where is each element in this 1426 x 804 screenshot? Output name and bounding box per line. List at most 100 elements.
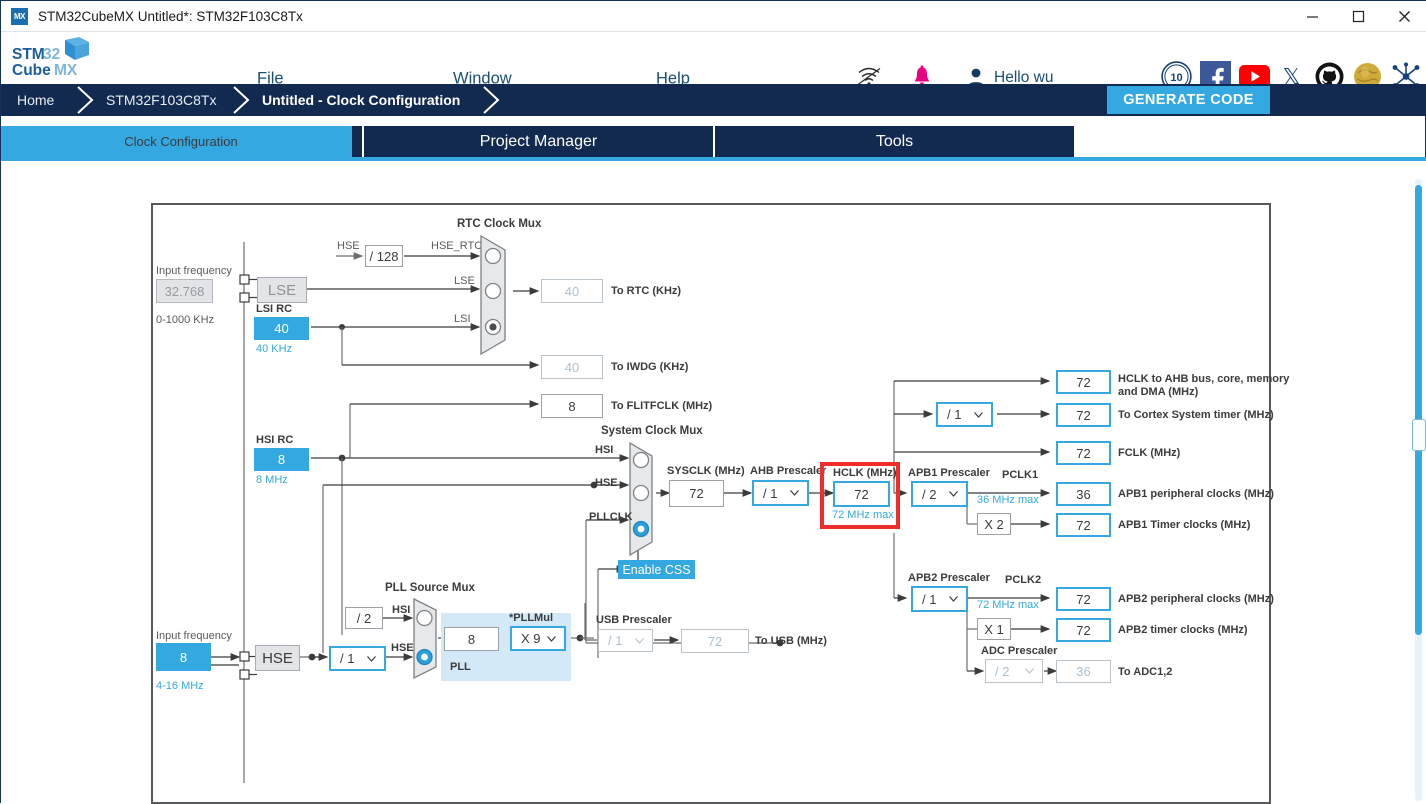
apb2-timer-clock-value: 72 [1056,618,1111,642]
tab-tools[interactable]: Tools [715,126,1074,157]
pll-multiplier-select[interactable]: X 9 [510,626,566,651]
sys-mux-input-hsi-label: HSI [595,444,614,456]
cortex-timer-output-value: 72 [1056,403,1111,427]
pll-mux-input-hsi-label: HSI [392,604,411,616]
cortex-prescaler-select[interactable]: / 1 [936,402,993,427]
usb-output-label: To USB (MHz) [755,635,827,647]
close-button[interactable] [1381,1,1426,32]
hclk-max-label: 72 MHz max [832,509,894,521]
lse-oscillator-box[interactable]: LSE [257,277,307,303]
breadcrumb-item-current: Untitled - Clock Configuration [262,92,461,108]
apb2-peripheral-clock-label: APB2 peripheral clocks (MHz) [1118,593,1274,605]
clock-toolbar: Resolve Clock Issues [1,161,1426,355]
apb2-prescaler-select[interactable]: / 1 [911,586,968,612]
breadcrumb-separator-3 [479,84,505,116]
hse-input-frequency-field[interactable]: 8 [156,643,211,671]
menubar: STM 32 Cube MX File Window Help Hello wu… [1,32,1426,92]
hse-range-label: 4-16 MHz [156,680,204,692]
apb2-prescaler-value: / 1 [922,591,937,607]
hse-oscillator-box[interactable]: HSE [255,645,300,671]
generate-code-button[interactable]: GENERATE CODE [1107,86,1270,114]
apb1-timer-multiplier: X 2 [977,513,1011,535]
hsi-rc-label: HSI RC [256,434,294,446]
chevron-down-icon [949,491,958,497]
pll-mul-label: *PLLMul [509,612,553,624]
fclk-output-value: 72 [1056,441,1111,465]
main-tabs: Pinout & Configuration Clock Configurati… [1,126,1426,157]
tab-clock-configuration[interactable]: Clock Configuration [1,126,352,157]
to-rtc-label: To RTC (KHz) [611,285,682,297]
usb-prescaler-label: USB Prescaler [596,614,672,626]
breadcrumb-separator-1 [73,84,99,116]
to-flitfclk-value: 8 [541,394,603,418]
chevron-down-icon [367,655,376,662]
stm32cubemx-logo: STM 32 Cube MX [11,35,93,81]
apb1-timer-clock-value: 72 [1056,513,1111,537]
apb1-prescaler-select[interactable]: / 2 [911,481,968,507]
chevron-down-icon [949,596,958,602]
breadcrumb-separator-2 [229,84,255,116]
clock-tree-canvas[interactable]: Input frequency 32.768 0-1000 KHz LSE LS… [1,203,1426,804]
adc-prescaler-select[interactable]: / 2 [985,659,1043,683]
lsi-unit-label: 40 KHz [256,343,293,355]
chevron-down-icon [1025,668,1034,674]
apb2-timer-multiplier: X 1 [977,618,1011,640]
apb1-prescaler-label: APB1 Prescaler [908,467,990,479]
window-title: STM32CubeMX Untitled*: STM32F103C8Tx [38,8,303,24]
rtc-clock-mux[interactable] [479,234,515,361]
adc-output-value: 36 [1056,660,1111,683]
enable-css-button[interactable]: Enable CSS [618,560,695,579]
hsi-unit-label: 8 MHz [256,474,288,486]
chevron-down-icon [547,635,556,642]
apb2-max-label: 72 MHz max [977,599,1039,611]
apb1-max-label: 36 MHz max [977,494,1039,506]
cortex-prescaler-value: / 1 [947,407,962,422]
pll-mux-input-hse-label: HSE [391,642,414,654]
hclk-ahb-output-value: 72 [1056,370,1111,394]
adc-output-label: To ADC1,2 [1118,666,1173,678]
chevron-down-icon [635,637,644,644]
apb1-peripheral-clock-value: 36 [1056,482,1111,506]
maximize-button[interactable] [1335,1,1381,32]
usb-output-value: 72 [681,629,749,653]
sys-mux-input-pllclk-label: PLLCLK [589,511,633,523]
rtc-mux-input-lsi-label: LSI [454,313,471,325]
usb-prescaler-value: / 1 [608,633,623,648]
svg-text:32: 32 [43,46,60,63]
chevron-down-icon [790,490,799,496]
lsi-value-field[interactable]: 40 [254,317,309,340]
breadcrumb-item-device[interactable]: STM32F103C8Tx [106,92,216,108]
vertical-scrollbar-handle[interactable] [1412,419,1426,451]
to-flitfclk-label: To FLITFCLK (MHz) [611,400,713,412]
rtc-clock-mux-title: RTC Clock Mux [457,218,542,230]
apb2-prescaler-label: APB2 Prescaler [908,572,990,584]
lse-input-frequency-field[interactable]: 32.768 [156,279,213,303]
pclk1-label: PCLK1 [1002,469,1039,481]
usb-prescaler-select[interactable]: / 1 [598,629,653,652]
apb1-peripheral-clock-label: APB1 peripheral clocks (MHz) [1118,488,1274,500]
tab-project-manager[interactable]: Project Manager [364,126,715,157]
apb2-peripheral-clock-value: 72 [1056,587,1111,611]
hse-divider-value: / 1 [340,651,355,666]
pll-input-value: 8 [444,627,499,651]
hse-divider-select[interactable]: / 1 [329,646,386,671]
hsi-div2-box: / 2 [345,607,383,629]
adc-prescaler-value: / 2 [995,663,1010,679]
lsi-rc-label: LSI RC [256,303,293,315]
system-clock-mux[interactable] [628,441,660,562]
ahb-prescaler-value: / 1 [763,485,778,501]
to-iwdg-label: To IWDG (KHz) [611,361,689,373]
apb2-timer-clock-label: APB2 timer clocks (MHz) [1118,624,1248,636]
to-iwdg-value: 40 [541,355,603,379]
pll-source-mux[interactable] [412,597,444,685]
breadcrumb-item-home[interactable]: Home [17,92,54,108]
hsi-value-field[interactable]: 8 [254,448,309,471]
apb1-timer-clock-label: APB1 Timer clocks (MHz) [1118,519,1251,531]
minimize-button[interactable] [1289,1,1335,32]
cortex-timer-output-label: To Cortex System timer (MHz) [1118,409,1274,421]
vertical-scrollbar-thumb[interactable] [1415,185,1422,635]
hse-input-frequency-label: Input frequency [156,630,232,642]
rtc-mux-input-lse-label: LSE [454,275,475,287]
ahb-prescaler-select[interactable]: / 1 [752,480,809,506]
hclk-value-field[interactable]: 72 [833,481,890,507]
